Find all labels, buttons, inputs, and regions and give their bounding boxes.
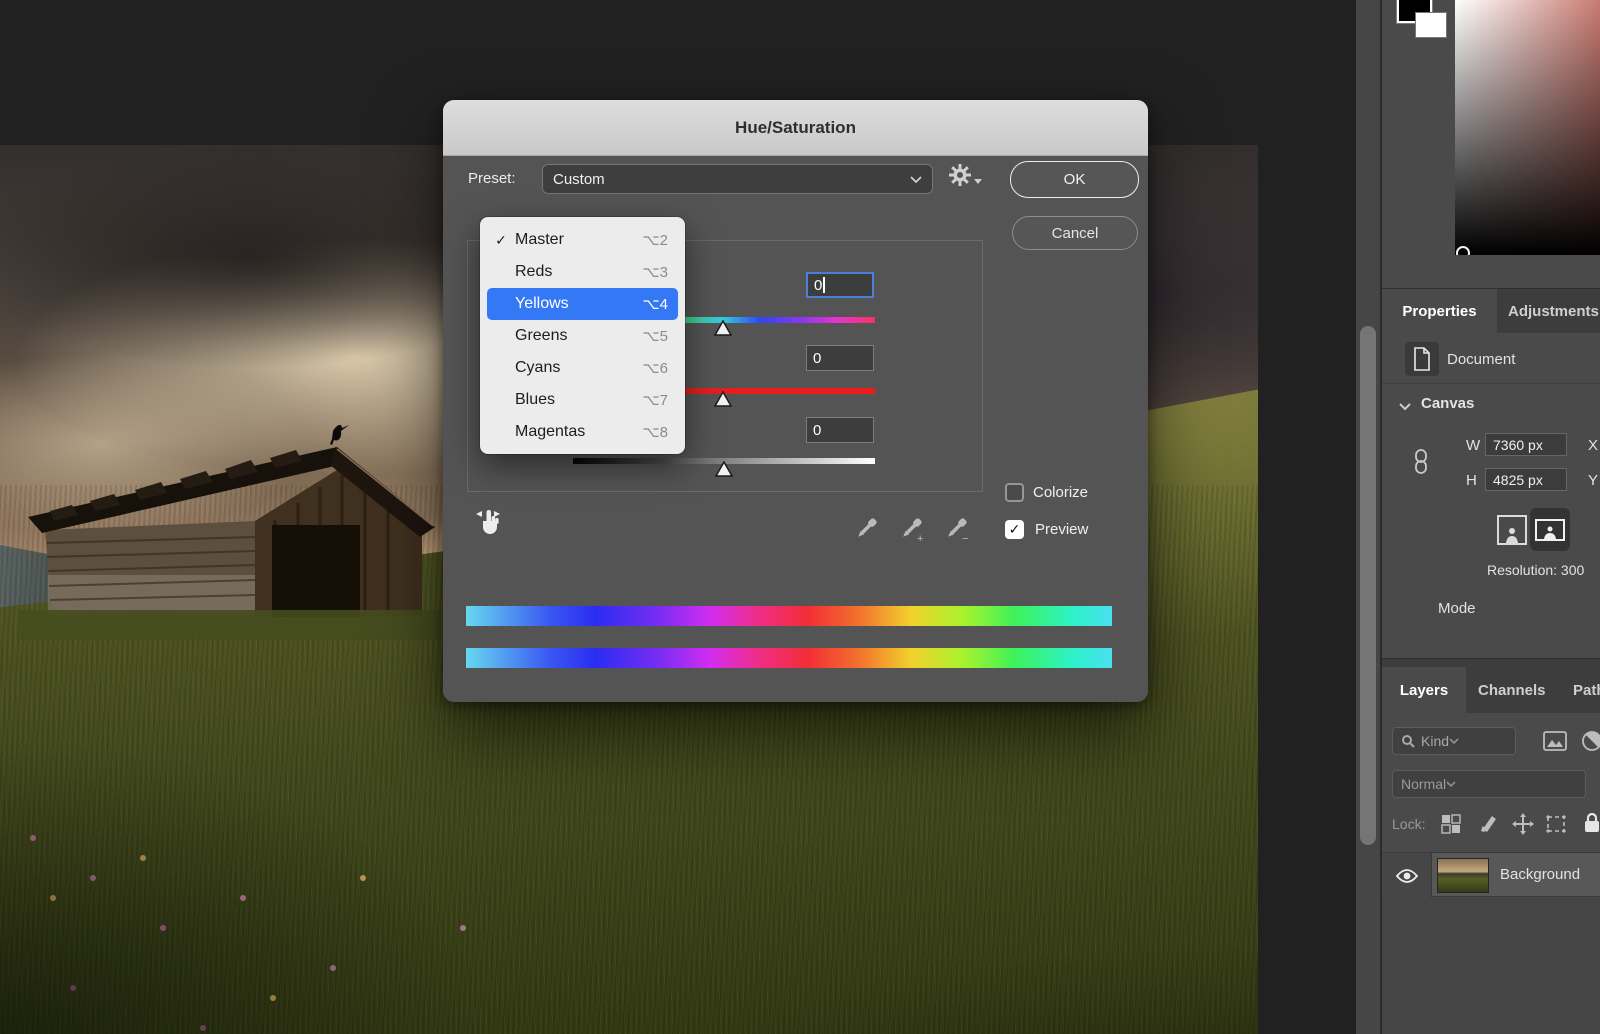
layer-visibility-cell[interactable] — [1382, 853, 1432, 898]
x-label: X — [1588, 437, 1598, 454]
eyedropper-add-button[interactable]: + — [898, 515, 924, 543]
tab-paths[interactable]: Paths — [1573, 667, 1600, 713]
gear-icon — [948, 163, 972, 187]
y-label: Y — [1588, 472, 1598, 489]
layer-thumbnail[interactable] — [1437, 858, 1489, 893]
document-icon — [1405, 342, 1439, 376]
eyedropper-icon — [853, 515, 879, 543]
color-picker-field[interactable] — [1455, 0, 1600, 255]
eye-icon — [1395, 868, 1419, 884]
layers-tab-bar: Layers Channels Paths — [1382, 659, 1600, 713]
lock-image-icon[interactable] — [1477, 813, 1499, 835]
tab-layers[interactable]: Layers — [1382, 667, 1466, 713]
orientation-landscape-button[interactable] — [1530, 508, 1570, 551]
preset-label: Preset: — [468, 170, 516, 187]
saturation-input[interactable]: 0 — [806, 345, 874, 371]
eyedropper-sample-button[interactable] — [853, 515, 879, 543]
panel-scrollbar-thumb[interactable] — [1360, 326, 1376, 845]
dialog-title-bar[interactable]: Hue/Saturation — [443, 100, 1148, 156]
chevron-down-icon[interactable] — [1398, 402, 1412, 411]
cancel-button[interactable]: Cancel — [1012, 216, 1138, 250]
link-dimensions-icon[interactable] — [1411, 448, 1431, 476]
chevron-down-icon — [910, 176, 922, 183]
divider — [1382, 383, 1600, 384]
text-caret — [823, 277, 825, 293]
height-input[interactable]: 4825 px — [1485, 468, 1567, 491]
hue-spectrum-bar-original — [466, 606, 1112, 626]
orientation-portrait-button[interactable] — [1497, 515, 1527, 545]
caret-down-icon — [974, 179, 982, 184]
targeted-adjustment-tool-button[interactable] — [474, 506, 504, 538]
menu-item-master[interactable]: ✓ Master ⌥2 — [487, 224, 678, 256]
height-label: H — [1466, 472, 1477, 489]
menu-item-cyans[interactable]: Cyans ⌥6 — [487, 352, 678, 384]
svg-text:+: + — [917, 533, 923, 543]
blend-mode-select[interactable]: Normal — [1392, 770, 1586, 798]
ok-button[interactable]: OK — [1010, 161, 1139, 198]
resolution-text: Resolution: 300 — [1487, 562, 1584, 578]
lock-label: Lock: — [1392, 816, 1425, 832]
hue-spectrum-bar-adjusted — [466, 648, 1112, 668]
lightness-input[interactable]: 0 — [806, 417, 874, 443]
preset-options-gear-button[interactable] — [948, 163, 982, 193]
lock-artboard-icon[interactable] — [1545, 813, 1567, 835]
menu-item-magentas[interactable]: Magentas ⌥8 — [487, 416, 678, 448]
photoshop-window: Properties Adjustments Document Canvas W… — [0, 0, 1600, 1034]
layer-name: Background — [1500, 866, 1580, 883]
color-picker-cursor[interactable] — [1456, 246, 1470, 255]
layer-row-background[interactable]: Background — [1382, 852, 1600, 897]
search-icon — [1401, 734, 1415, 748]
hue-input[interactable]: 0 — [806, 272, 874, 298]
menu-item-yellows[interactable]: Yellows ⌥4 — [487, 288, 678, 320]
chevron-down-icon — [1449, 738, 1459, 744]
saturation-slider-handle[interactable] — [714, 391, 732, 408]
width-input[interactable]: 7360 px — [1485, 433, 1567, 456]
filter-pixel-layers-icon[interactable] — [1541, 729, 1569, 753]
layer-filter-kind-select[interactable]: Kind — [1392, 727, 1516, 755]
svg-text:−: − — [962, 533, 968, 543]
dialog-title: Hue/Saturation — [735, 118, 856, 138]
targeted-adjustment-hand-icon — [474, 506, 504, 538]
properties-tab-bar: Properties Adjustments — [1382, 289, 1600, 333]
lock-position-icon[interactable] — [1512, 813, 1534, 835]
right-panel: Properties Adjustments Document Canvas W… — [1382, 0, 1600, 1034]
canvas-section-label: Canvas — [1421, 395, 1474, 412]
tab-properties[interactable]: Properties — [1382, 289, 1497, 333]
filter-adjustment-layers-icon[interactable] — [1580, 729, 1600, 753]
channel-dropdown-menu: ✓ Master ⌥2 Reds ⌥3 Yellows ⌥4 Greens ⌥5 — [480, 217, 685, 454]
preview-checkbox[interactable]: ✓ — [1005, 520, 1024, 539]
preview-label: Preview — [1035, 521, 1088, 538]
hue-saturation-dialog: Hue/Saturation Preset: Custom OK Cancel — [443, 100, 1148, 702]
lock-transparency-icon[interactable] — [1440, 813, 1462, 835]
menu-item-blues[interactable]: Blues ⌥7 — [487, 384, 678, 416]
eyedropper-subtract-button[interactable]: − — [943, 515, 969, 543]
background-color-swatch[interactable] — [1415, 12, 1447, 38]
colorize-checkbox[interactable] — [1005, 483, 1024, 502]
width-label: W — [1466, 437, 1480, 454]
tab-adjustments[interactable]: Adjustments — [1508, 289, 1600, 333]
preset-select[interactable]: Custom — [542, 164, 933, 194]
lock-all-icon[interactable] — [1582, 811, 1600, 835]
tab-channels[interactable]: Channels — [1478, 667, 1564, 713]
mode-label: Mode — [1438, 600, 1476, 617]
menu-item-reds[interactable]: Reds ⌥3 — [487, 256, 678, 288]
eyedropper-plus-icon: + — [898, 515, 924, 543]
document-label: Document — [1447, 351, 1515, 368]
lightness-slider-handle[interactable] — [715, 461, 733, 478]
chevron-down-icon — [1446, 781, 1456, 787]
menu-item-greens[interactable]: Greens ⌥5 — [487, 320, 678, 352]
hue-slider-handle[interactable] — [714, 320, 732, 337]
colorize-label: Colorize — [1033, 484, 1088, 501]
eyedropper-minus-icon: − — [943, 515, 969, 543]
layers-list-empty-area — [1382, 898, 1600, 1034]
